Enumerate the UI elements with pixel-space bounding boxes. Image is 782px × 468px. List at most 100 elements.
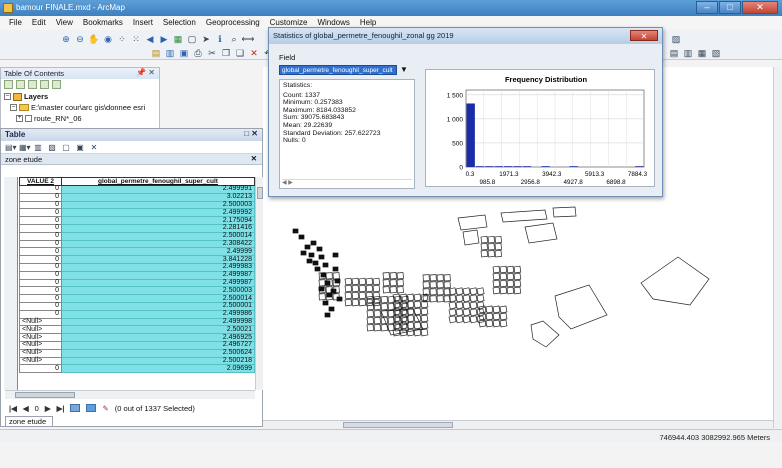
table-cell[interactable]: 0: [19, 185, 62, 194]
copy-icon[interactable]: ❐: [220, 47, 232, 59]
table-cell[interactable]: 0: [19, 301, 62, 311]
table-row[interactable]: 0 2.499987: [19, 278, 255, 288]
show-selected-records-icon[interactable]: [86, 404, 97, 412]
map-horizontal-scrollbar[interactable]: [263, 420, 773, 429]
forward-icon[interactable]: ▶: [158, 33, 170, 45]
table-cell[interactable]: 2.499987: [61, 278, 255, 288]
table-row[interactable]: <Null> 2.496727: [19, 340, 255, 350]
delete-selected-icon[interactable]: ✕: [89, 143, 99, 152]
table-cell[interactable]: 0: [19, 192, 62, 202]
menu-insert[interactable]: Insert: [128, 16, 158, 30]
stats-horizontal-scrollbar[interactable]: ◀ ▶: [282, 179, 412, 186]
table-cell[interactable]: 0: [19, 239, 62, 249]
table-cell[interactable]: 0: [19, 255, 62, 264]
list-by-visibility-icon[interactable]: [28, 80, 37, 89]
table-cell[interactable]: 0: [19, 286, 62, 296]
column-header[interactable]: global_permetre_fenoughil_super_cult: [61, 177, 255, 186]
table-cell[interactable]: 0: [19, 200, 62, 210]
table-cell[interactable]: 0: [19, 247, 62, 257]
menu-file[interactable]: File: [4, 16, 27, 30]
toc-path-row[interactable]: – E:\master cour\arc gis\donnee esri: [1, 102, 159, 113]
cut-icon[interactable]: ✂: [206, 47, 218, 59]
clear-selection-icon[interactable]: ▢: [186, 33, 198, 45]
table-row[interactable]: 0 2.500014: [19, 231, 255, 241]
table-cell[interactable]: 2.499992: [61, 208, 255, 218]
table-cell[interactable]: 0: [19, 270, 62, 280]
dialog-close-button[interactable]: ✕: [630, 30, 658, 41]
collapse-icon[interactable]: –: [10, 104, 17, 111]
table-cell[interactable]: 0: [19, 309, 62, 319]
zoom-in-icon[interactable]: ⊕: [60, 33, 72, 45]
table-row[interactable]: 0 2.308422: [19, 239, 255, 249]
menu-edit[interactable]: Edit: [27, 16, 51, 30]
maximize-button[interactable]: □: [719, 1, 741, 14]
table-cell[interactable]: 0: [19, 216, 62, 225]
table-cell[interactable]: 2.49999: [61, 247, 255, 257]
arctoolbox-icon[interactable]: ▦: [696, 47, 708, 59]
layer-visibility-checkbox[interactable]: [25, 115, 32, 122]
table-row[interactable]: 0 2.175094: [19, 216, 255, 225]
menu-selection[interactable]: Selection: [158, 16, 201, 30]
map-vertical-scrollbar[interactable]: [773, 67, 782, 428]
first-record-button[interactable]: |◀: [9, 404, 17, 413]
table-cell[interactable]: 2.281416: [61, 223, 255, 233]
table-cell[interactable]: 0: [19, 208, 62, 218]
table-row[interactable]: 0 2.499992: [19, 208, 255, 218]
table-row[interactable]: 0 3.02213: [19, 192, 255, 202]
table-cell[interactable]: 2.09699: [61, 364, 255, 374]
catalog-icon[interactable]: ▤: [668, 47, 680, 59]
table-row[interactable]: 0 2.500014: [19, 294, 255, 303]
select-features-icon[interactable]: ▦: [172, 33, 184, 45]
table-cell[interactable]: 2.500624: [61, 348, 255, 358]
table-cell[interactable]: 2.500014: [61, 294, 255, 303]
table-row[interactable]: 0 3.841228: [19, 255, 255, 264]
table-cell[interactable]: <Null>: [19, 348, 62, 358]
python-icon[interactable]: ▧: [710, 47, 722, 59]
table-cell[interactable]: 2.499998: [61, 317, 255, 327]
select-by-attributes-icon[interactable]: ▥: [33, 143, 43, 152]
zoom-to-selected-icon[interactable]: ▣: [75, 143, 85, 152]
close-button[interactable]: ✕: [742, 1, 778, 14]
table-row[interactable]: <Null> 2.50021: [19, 325, 255, 335]
table-row[interactable]: 0 2.499987: [19, 270, 255, 280]
table-cell[interactable]: 2.499991: [61, 185, 255, 194]
table-row[interactable]: 0 2.281416: [19, 223, 255, 233]
toc-layer-row[interactable]: + route_RN*_06: [1, 113, 159, 124]
options-icon[interactable]: [52, 80, 61, 89]
table-cell[interactable]: 2.500003: [61, 200, 255, 210]
back-icon[interactable]: ◀: [144, 33, 156, 45]
field-dropdown[interactable]: global_permetre_fenoughil_super_cult: [279, 65, 397, 75]
save-icon[interactable]: ▣: [178, 47, 190, 59]
bottom-table-tab[interactable]: zone etude: [5, 416, 53, 427]
print-icon[interactable]: ⎙: [192, 47, 204, 59]
table-row[interactable]: <Null> 2.499998: [19, 317, 255, 327]
table-cell[interactable]: <Null>: [19, 356, 62, 366]
open-icon[interactable]: ▥: [164, 47, 176, 59]
expand-icon[interactable]: +: [16, 115, 23, 122]
menu-bookmarks[interactable]: Bookmarks: [78, 16, 128, 30]
table-row[interactable]: <Null> 2.500218: [19, 356, 255, 366]
show-all-records-icon[interactable]: [70, 404, 81, 412]
table-cell[interactable]: 0: [19, 294, 62, 303]
record-number[interactable]: 0: [35, 404, 39, 413]
table-row[interactable]: <Null> 2.496925: [19, 333, 255, 342]
table-cell[interactable]: <Null>: [19, 317, 62, 327]
switch-selection-icon[interactable]: ▧: [47, 143, 57, 152]
fixed-zoom-in-icon[interactable]: ⁘: [116, 33, 128, 45]
collapse-icon[interactable]: –: [4, 93, 11, 100]
table-cell[interactable]: 2.499986: [61, 309, 255, 319]
list-by-source-icon[interactable]: [16, 80, 25, 89]
search-window-icon[interactable]: ▥: [682, 47, 694, 59]
table-cell[interactable]: 2.500001: [61, 301, 255, 311]
table-cell[interactable]: 2.500003: [61, 286, 255, 296]
table-window-controls[interactable]: □ ✕: [244, 129, 258, 138]
pan-icon[interactable]: ✋: [88, 33, 100, 45]
table-row[interactable]: 0 2.499983: [19, 262, 255, 272]
table-row[interactable]: 0 2.500003: [19, 200, 255, 210]
pin-icon[interactable]: 📌 ✕: [136, 68, 155, 77]
table-cell[interactable]: 2.500218: [61, 356, 255, 366]
table-cell[interactable]: 0: [19, 262, 62, 272]
menu-geoprocessing[interactable]: Geoprocessing: [201, 16, 265, 30]
table-cell[interactable]: 2.496727: [61, 340, 255, 350]
table-cell[interactable]: <Null>: [19, 340, 62, 350]
